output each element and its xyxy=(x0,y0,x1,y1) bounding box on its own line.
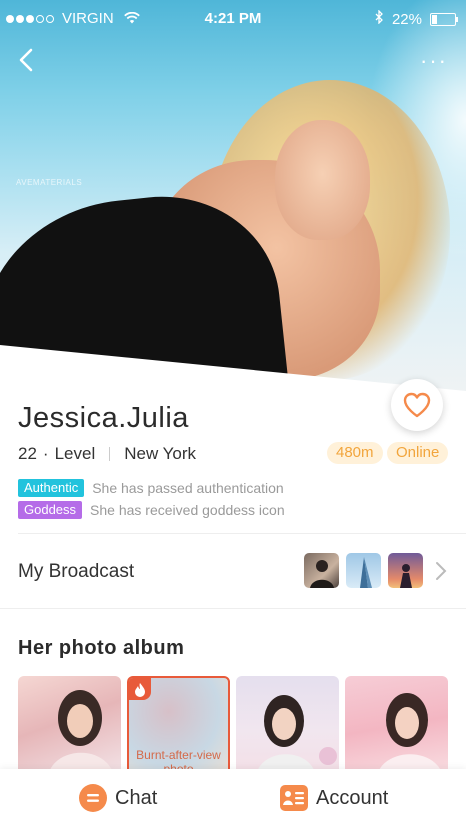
chat-icon xyxy=(78,783,108,813)
distance-badge: 480m xyxy=(327,442,383,464)
tab-account[interactable]: Account xyxy=(279,783,388,813)
album-photo[interactable] xyxy=(18,676,121,776)
chevron-right-icon xyxy=(434,560,448,582)
status-bar: VIRGIN 4:21 PM 22% xyxy=(0,0,466,36)
profile-meta: 22 · Level New York xyxy=(18,444,196,464)
online-badge: Online xyxy=(387,442,449,464)
goddess-row: Goddess She has received goddess icon xyxy=(18,501,285,519)
battery-percent: 22% xyxy=(391,10,422,28)
more-options-button[interactable]: ··· xyxy=(420,48,448,74)
tab-account-label: Account xyxy=(316,786,389,809)
authentic-badge: Authentic xyxy=(18,479,85,497)
authentic-text: She has passed authentication xyxy=(92,480,284,496)
meta-divider xyxy=(109,447,111,461)
account-icon xyxy=(279,783,309,813)
bottom-tab-bar: Chat Account xyxy=(0,769,466,828)
goddess-badge: Goddess xyxy=(18,501,83,519)
profile-level: Level xyxy=(54,444,96,463)
broadcast-thumbnail[interactable] xyxy=(346,553,381,588)
chevron-left-icon xyxy=(19,48,33,72)
broadcast-thumbnail[interactable] xyxy=(388,553,423,588)
fire-icon xyxy=(129,678,151,700)
divider xyxy=(0,608,466,609)
album-photo[interactable] xyxy=(236,676,339,776)
heart-icon xyxy=(403,392,431,418)
album-photo[interactable] xyxy=(345,676,448,776)
tab-chat-label: Chat xyxy=(115,786,158,809)
goddess-text: She has received goddess icon xyxy=(90,502,285,518)
battery-icon xyxy=(430,12,458,26)
broadcast-label: My Broadcast xyxy=(18,561,135,582)
back-button[interactable] xyxy=(14,44,42,76)
bluetooth-icon xyxy=(375,9,384,28)
profile-age: 22 xyxy=(18,444,37,463)
cover-face-shape xyxy=(275,120,370,240)
broadcast-thumbnail[interactable] xyxy=(304,553,339,588)
authentic-row: Authentic She has passed authentication xyxy=(18,479,284,497)
meta-dot: · xyxy=(42,444,49,463)
cover-watermark: AVEMATERIALS xyxy=(16,178,83,187)
burnt-after-view-photo[interactable]: Burnt-after-view photo xyxy=(127,676,230,776)
status-right: 22% xyxy=(375,9,458,28)
album-title: Her photo album xyxy=(18,637,185,659)
tab-chat[interactable]: Chat xyxy=(78,783,157,813)
profile-location: New York xyxy=(124,444,197,463)
profile-name: Jessica.Julia xyxy=(18,402,189,434)
like-button[interactable] xyxy=(391,379,443,431)
